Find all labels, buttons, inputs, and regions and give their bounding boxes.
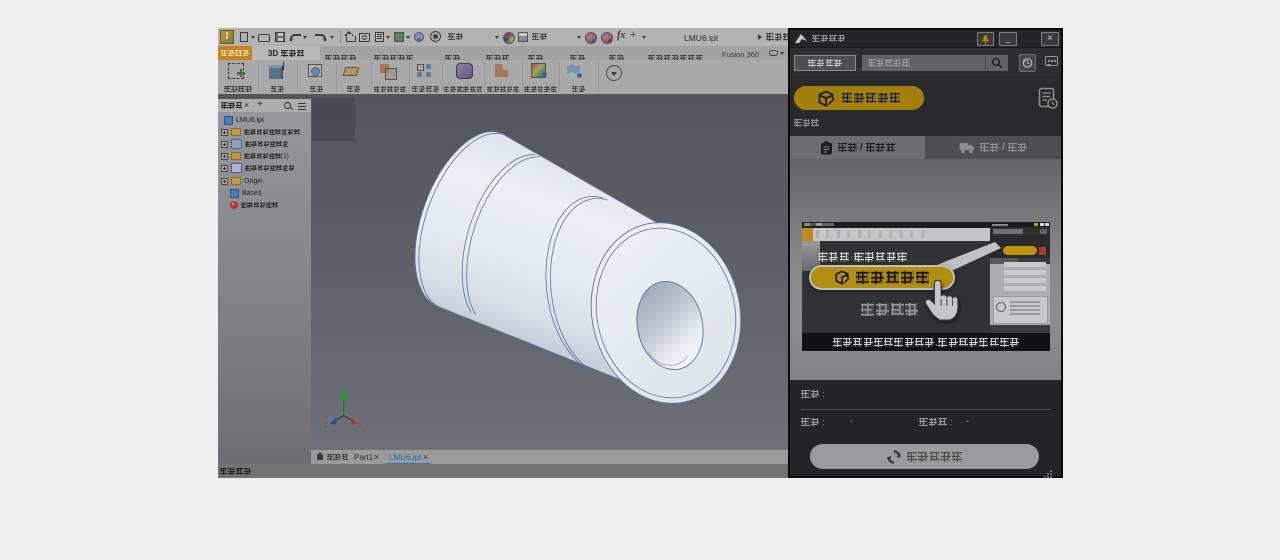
svg-text:Z: Z [324, 422, 328, 429]
svg-text:Y: Y [341, 384, 346, 391]
svg-text:X: X [358, 422, 363, 429]
